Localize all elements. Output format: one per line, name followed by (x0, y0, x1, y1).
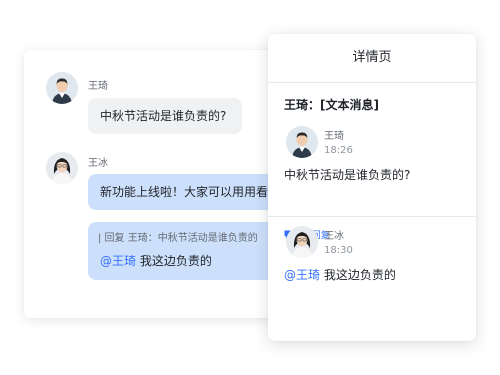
detail-panel: 详情页 王琦：[文本消息] 王琦 18:26 中秋节活动是谁负责的? 1条回复 (268, 34, 476, 341)
message-sender-name: 王冰 (88, 158, 108, 169)
person-male-icon (286, 126, 318, 158)
detail-timestamp: 18:30 (324, 245, 353, 256)
message-sender-name: 王琦 (88, 81, 108, 92)
detail-sender-name: 王冰 (324, 231, 344, 242)
message-bubble[interactable]: 中秋节活动是谁负责的? (88, 98, 242, 134)
avatar-wang-qi[interactable] (46, 72, 78, 104)
person-female-icon (286, 226, 318, 258)
avatar-wang-bing[interactable] (286, 226, 318, 258)
reply-text: @王琦 我这边负责的 (100, 252, 212, 270)
mention-link[interactable]: @王琦 (100, 254, 136, 268)
detail-message-body: 我这边负责的 (320, 268, 396, 282)
person-female-icon (46, 152, 78, 184)
avatar-wang-bing[interactable] (46, 152, 78, 184)
avatar-wang-qi[interactable] (286, 126, 318, 158)
reply-quote: | 回复 王琦：中秋节活动是谁负责的 (98, 233, 258, 244)
detail-sender-name: 王琦 (324, 131, 344, 142)
detail-timestamp: 18:26 (324, 145, 353, 156)
mention-link[interactable]: @王琦 (284, 268, 320, 282)
detail-heading: 王琦：[文本消息] (284, 98, 379, 112)
person-male-icon (46, 72, 78, 104)
reply-body: 我这边负责的 (136, 254, 212, 268)
detail-message-text: @王琦 我这边负责的 (284, 266, 396, 283)
panel-title: 详情页 (268, 34, 476, 83)
detail-message-text: 中秋节活动是谁负责的? (284, 168, 411, 182)
divider (268, 216, 476, 217)
